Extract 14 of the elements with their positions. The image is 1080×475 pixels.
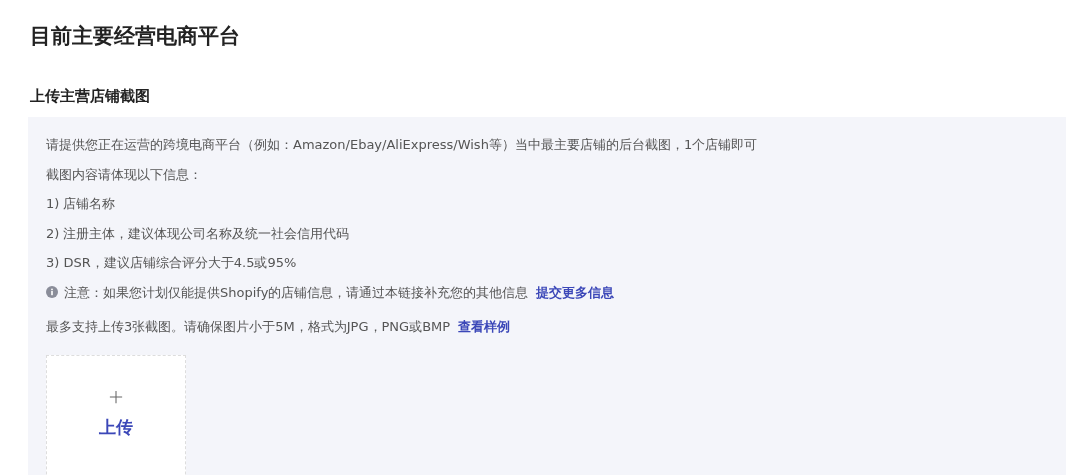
instruction-text: 2) 注册主体，建议体现公司名称及统一社会信用代码 [46, 224, 351, 243]
plus-icon [109, 390, 123, 404]
upload-button[interactable]: 上传 [46, 354, 186, 475]
submit-more-link[interactable]: 提交更多信息 [536, 277, 615, 307]
section-title: 目前主要经营电商平台 [30, 23, 241, 50]
notice-text: 注意：如果您计划仅能提供Shopify的店铺信息，请通过本链接补充您的其他信息 [64, 283, 529, 302]
info-icon [46, 286, 58, 299]
view-sample-link[interactable]: 查看样例 [458, 312, 511, 342]
instruction-text: 截图内容请体现以下信息： [46, 165, 203, 184]
instruction-text: 请提供您正在运营的跨境电商平台（例如：Amazon/Ebay/AliExpress/Wish等）当中最主要店铺的后台截图，1个店铺即可 [46, 136, 759, 154]
instruction-text: 1) 店铺名称 [46, 195, 117, 213]
section-subtitle: 上传主营店铺截图 [30, 86, 151, 106]
instruction-text: 3) DSR，建议店铺综合评分大于4.5或95% [46, 254, 298, 272]
upload-limit-text: 最多支持上传3张截图。请确保图片小于5M，格式为JPG，PNG或BMP [46, 318, 451, 336]
